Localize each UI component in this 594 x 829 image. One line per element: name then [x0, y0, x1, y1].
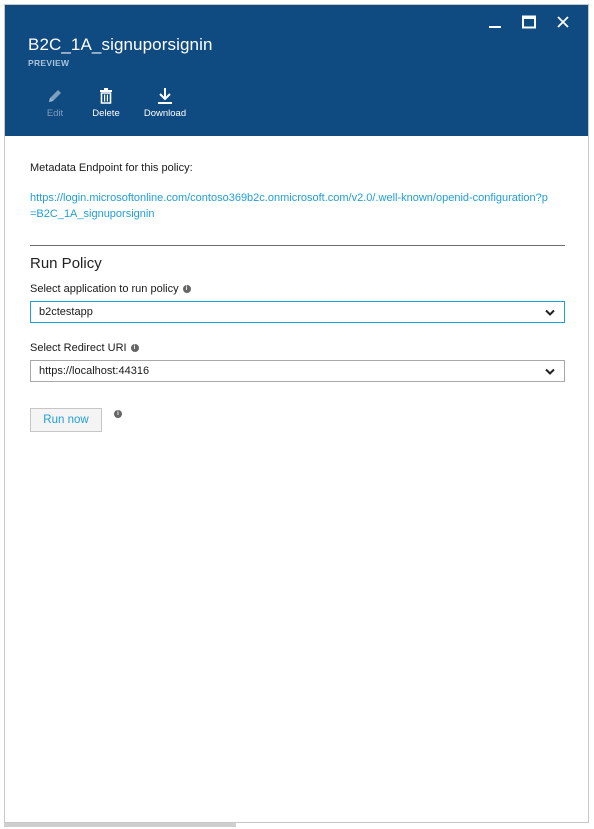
section-divider — [30, 245, 565, 246]
command-bar: Edit Delete Download — [38, 86, 204, 119]
delete-button[interactable]: Delete — [86, 86, 126, 119]
application-label-text: Select application to run policy — [30, 283, 179, 295]
delete-label: Delete — [92, 108, 120, 119]
application-field-label: Select application to run policy i — [30, 283, 191, 295]
chevron-down-icon — [545, 309, 555, 316]
application-select-value: b2ctestapp — [39, 306, 93, 318]
chevron-down-icon — [545, 368, 555, 375]
info-icon[interactable]: i — [130, 344, 139, 352]
pencil-icon — [49, 90, 61, 102]
close-icon — [557, 16, 569, 28]
blade-title: B2C_1A_signuporsignin — [28, 35, 213, 54]
metadata-endpoint-label: Metadata Endpoint for this policy: — [30, 162, 193, 174]
blade-subtitle: PREVIEW — [28, 58, 70, 68]
download-button[interactable]: Download — [140, 86, 190, 119]
info-icon[interactable]: i — [114, 410, 122, 418]
application-select[interactable]: b2ctestapp — [30, 301, 565, 323]
metadata-endpoint-link[interactable]: https://login.microsoftonline.com/contos… — [30, 190, 550, 222]
redirect-uri-select[interactable]: https://localhost:44316 — [30, 360, 565, 382]
horizontal-scrollbar[interactable] — [4, 823, 236, 827]
policy-blade: B2C_1A_signuporsignin PREVIEW Edit Delet… — [4, 4, 589, 823]
close-button[interactable] — [546, 11, 580, 33]
blade-header: B2C_1A_signuporsignin PREVIEW Edit Delet… — [5, 5, 588, 136]
info-icon[interactable]: i — [182, 285, 191, 293]
redirect-label-text: Select Redirect URI — [30, 342, 127, 354]
window-controls — [478, 11, 580, 33]
download-label: Download — [143, 108, 187, 119]
edit-label: Edit — [46, 108, 64, 119]
run-policy-heading: Run Policy — [30, 255, 102, 272]
redirect-field-label: Select Redirect URI i — [30, 342, 139, 354]
edit-button[interactable]: Edit — [38, 86, 72, 119]
minimize-icon — [489, 26, 501, 28]
maximize-icon — [522, 15, 536, 29]
redirect-select-value: https://localhost:44316 — [39, 365, 150, 377]
run-now-button[interactable]: Run now — [30, 408, 102, 432]
maximize-button[interactable] — [512, 11, 546, 33]
trash-icon — [100, 88, 112, 104]
minimize-button[interactable] — [478, 11, 512, 33]
download-icon — [158, 88, 172, 104]
